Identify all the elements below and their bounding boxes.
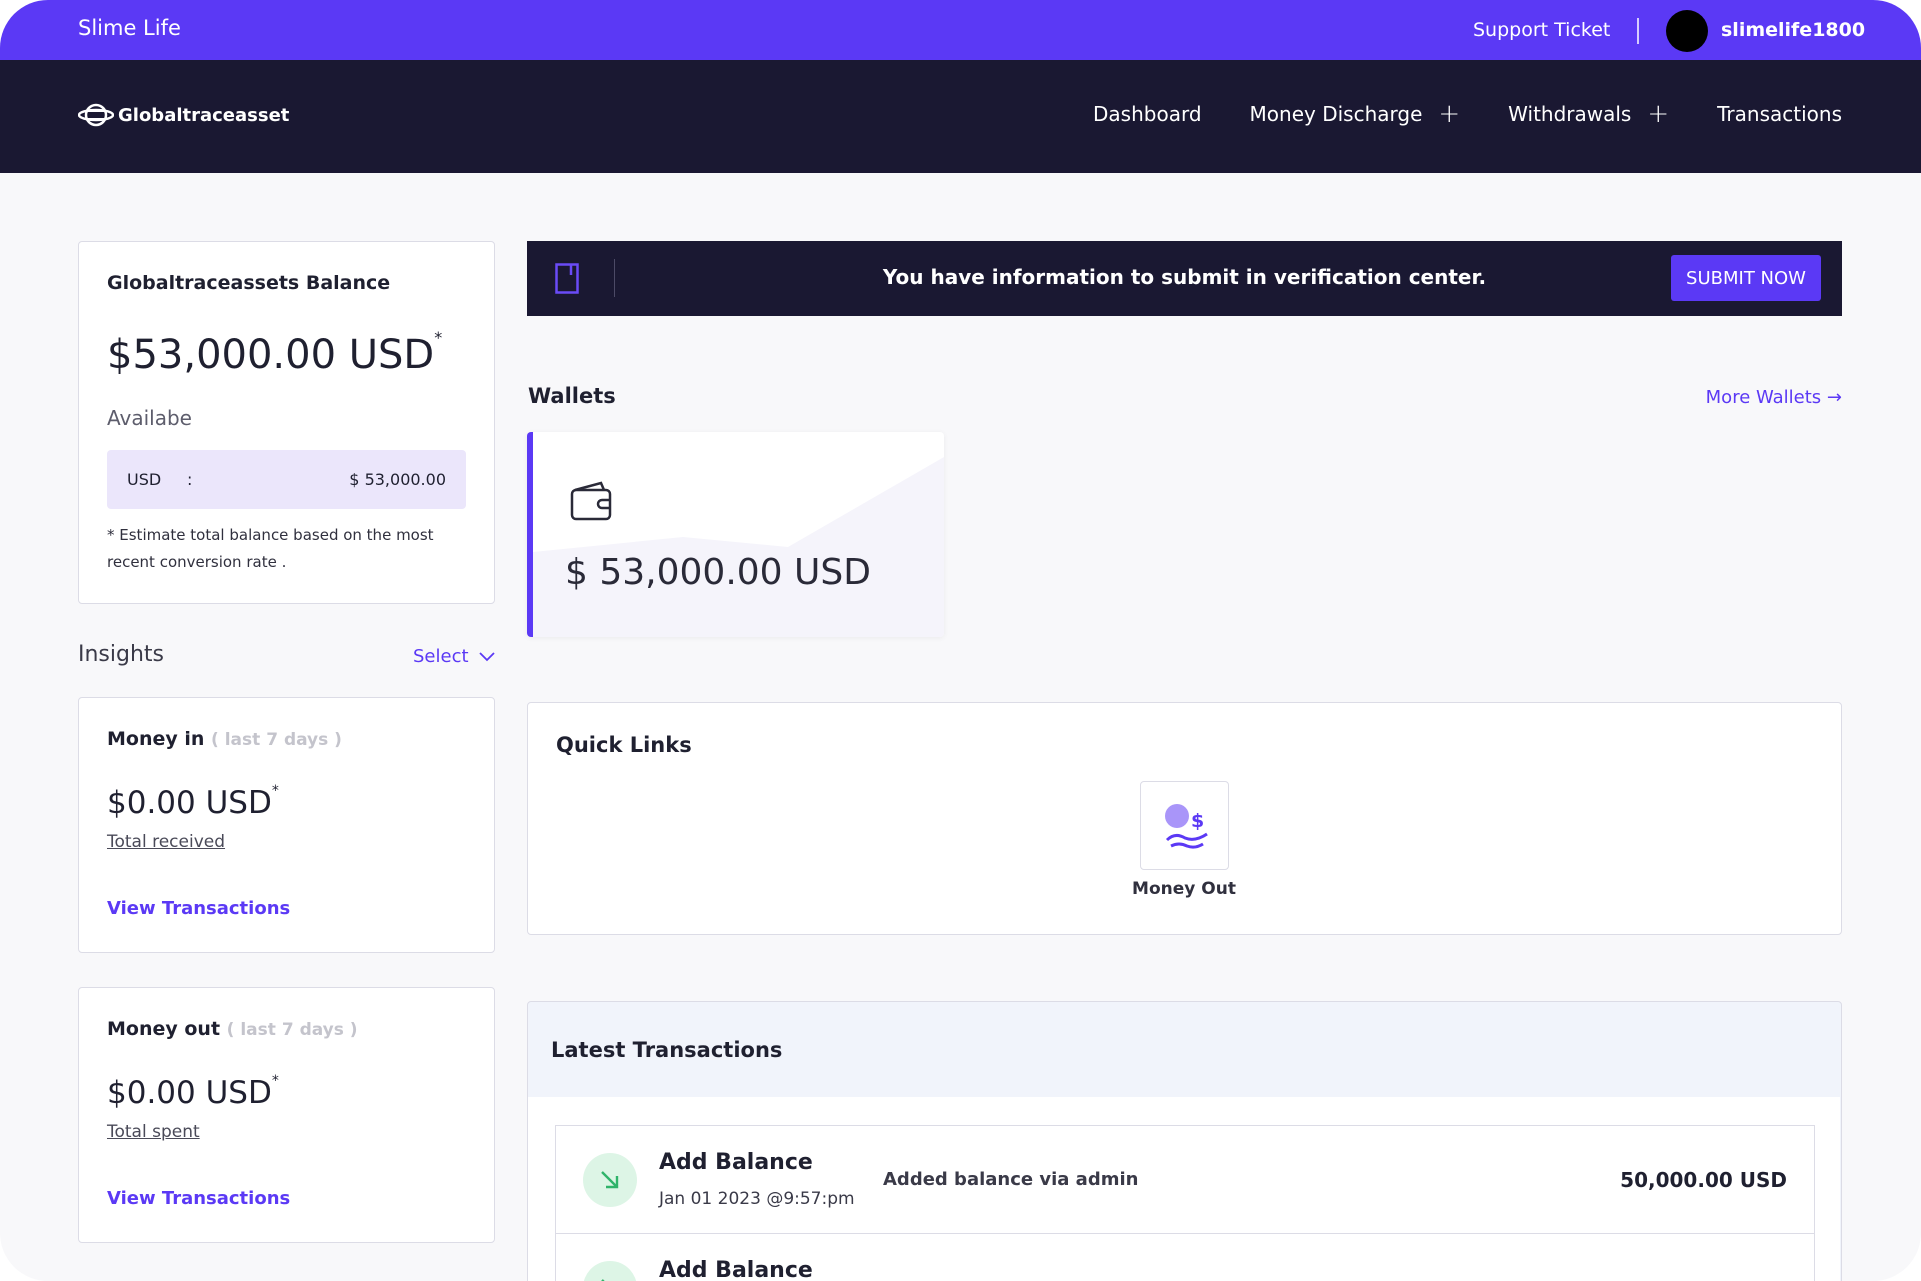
money-in-title-text: Money in: [107, 728, 205, 750]
money-in-amount: $0.00 USD*: [107, 783, 279, 821]
money-in-asterisk: *: [271, 783, 279, 799]
money-in-amount-value: $0.00 USD: [107, 785, 272, 821]
brand-name: Slime Life: [78, 16, 181, 40]
submit-now-button[interactable]: SUBMIT NOW: [1671, 255, 1821, 301]
support-ticket-link[interactable]: Support Ticket: [1473, 19, 1610, 41]
currency-code: USD: [127, 470, 162, 489]
transaction-title: Add Balance: [659, 1258, 813, 1281]
money-out-title: Money out ( last 7 days ): [107, 1018, 358, 1040]
insights-select-label: Select: [413, 646, 469, 667]
money-out-view-transactions-link[interactable]: View Transactions: [107, 1188, 290, 1209]
transaction-row[interactable]: Add Balance Jan 01 2023 @9:57:pm Added b…: [555, 1125, 1815, 1235]
money-in-title: Money in ( last 7 days ): [107, 728, 342, 750]
transaction-title: Add Balance: [659, 1150, 813, 1175]
wallet-card[interactable]: $ 53,000.00 USD: [527, 432, 944, 637]
chevron-down-icon: [478, 651, 495, 661]
verification-message: You have information to submit in verifi…: [882, 265, 1487, 289]
site-logo[interactable]: Globaltraceasset: [78, 100, 289, 130]
money-in-period: ( last 7 days ): [211, 730, 342, 750]
balance-amount: $53,000.00 USD*: [107, 328, 442, 378]
available-label: Availabe: [107, 406, 192, 430]
total-spent-label: Total spent: [107, 1122, 200, 1142]
transaction-list: Add Balance Jan 01 2023 @9:57:pm Added b…: [528, 1097, 1840, 1281]
nav-dashboard[interactable]: Dashboard: [1093, 102, 1202, 126]
main-nav: Globaltraceasset Dashboard Money Dischar…: [0, 60, 1921, 173]
top-bar: Slime Life Support Ticket slimelife1800: [0, 0, 1921, 60]
transaction-row[interactable]: Add Balance: [555, 1233, 1815, 1281]
transaction-icon: [583, 1153, 637, 1207]
money-in-view-transactions-link[interactable]: View Transactions: [107, 898, 290, 919]
arrow-down-right-icon: [601, 1171, 619, 1189]
topbar-divider: [1637, 18, 1639, 44]
balance-title: Globaltraceassets Balance: [107, 272, 391, 294]
wallet-icon: [570, 481, 612, 521]
money-out-quick-link[interactable]: $: [1140, 781, 1229, 870]
latest-transactions-panel: Latest Transactions Add Balance Jan 01 2…: [527, 1001, 1842, 1281]
nav-withdrawals[interactable]: Withdrawals +: [1508, 99, 1670, 129]
money-out-title-text: Money out: [107, 1018, 221, 1040]
nav-withdrawals-label: Withdrawals: [1508, 102, 1632, 126]
nav-transactions[interactable]: Transactions: [1717, 102, 1842, 126]
balance-asterisk: *: [434, 328, 443, 347]
wallets-heading: Wallets: [528, 384, 616, 408]
money-out-period: ( last 7 days ): [226, 1020, 358, 1040]
transaction-description: Added balance via admin: [883, 1169, 1139, 1190]
wallet-card-background: [533, 457, 944, 637]
money-out-asterisk: *: [271, 1073, 279, 1089]
username[interactable]: slimelife1800: [1721, 19, 1865, 41]
wallet-amount: $ 53,000.00 USD: [565, 552, 871, 593]
quick-links-panel: Quick Links $ Money Out: [527, 702, 1842, 935]
avatar[interactable]: [1666, 10, 1708, 52]
money-out-quick-link-label: Money Out: [1132, 879, 1236, 899]
total-received-label: Total received: [107, 832, 226, 852]
balance-note: * Estimate total balance based on the mo…: [107, 526, 434, 571]
svg-text:$: $: [1191, 810, 1204, 832]
money-in-card: Money in ( last 7 days ) $0.00 USD* Tota…: [78, 697, 495, 953]
transaction-amount: 50,000.00 USD: [1620, 1168, 1787, 1192]
app-frame: Slime Life Support Ticket slimelife1800 …: [0, 0, 1921, 1281]
insights-label: Insights: [78, 642, 165, 667]
plus-icon: +: [1438, 99, 1461, 129]
verification-banner: You have information to submit in verifi…: [527, 241, 1842, 316]
money-out-amount-value: $0.00 USD: [107, 1075, 272, 1111]
money-out-icon: $: [1165, 804, 1208, 849]
balance-card: Globaltraceassets Balance $53,000.00 USD…: [78, 241, 495, 604]
arrow-down-right-icon: [601, 1279, 605, 1281]
globe-logo-icon: [78, 103, 114, 127]
currency-colon: :: [187, 470, 193, 489]
currency-row: USD : $ 53,000.00: [107, 450, 466, 509]
insights-select[interactable]: Select: [413, 646, 495, 667]
plus-icon: +: [1647, 99, 1670, 129]
transaction-date: Jan 01 2023 @9:57:pm: [659, 1189, 855, 1209]
nav-money-discharge-label: Money Discharge: [1249, 102, 1423, 126]
money-out-card: Money out ( last 7 days ) $0.00 USD* Tot…: [78, 987, 495, 1243]
currency-value: $ 53,000.00: [349, 470, 446, 489]
logo-text: Globaltraceasset: [118, 104, 290, 126]
balance-amount-value: $53,000.00 USD: [107, 332, 435, 378]
quick-links-heading: Quick Links: [556, 733, 692, 757]
more-wallets-link[interactable]: More Wallets →: [1706, 387, 1842, 408]
latest-transactions-heading: Latest Transactions: [551, 1038, 783, 1062]
nav-links: Dashboard Money Discharge + Withdrawals …: [1045, 99, 1842, 129]
nav-money-discharge[interactable]: Money Discharge +: [1249, 99, 1461, 129]
transaction-icon: [583, 1261, 637, 1281]
money-out-amount: $0.00 USD*: [107, 1073, 279, 1111]
